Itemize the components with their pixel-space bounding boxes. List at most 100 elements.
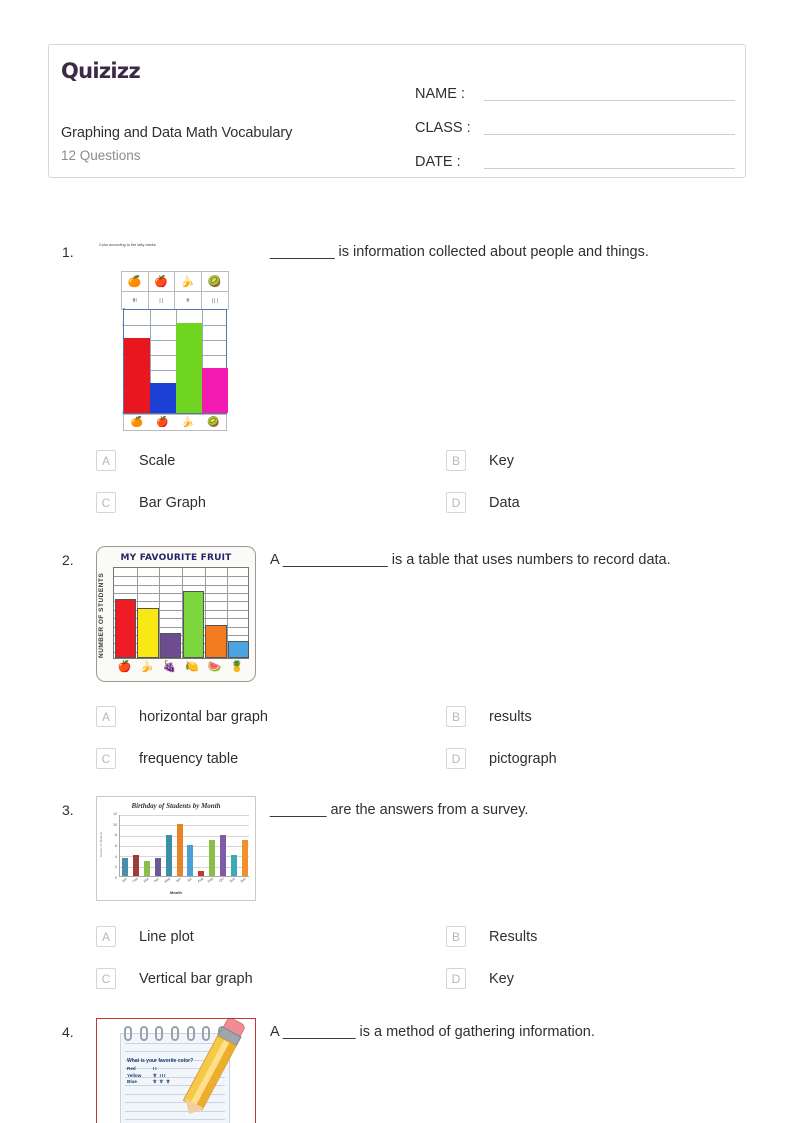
option-b[interactable]: B results — [446, 706, 532, 727]
option-b-letter: B — [446, 926, 466, 947]
worksheet-page: Quizizz Graphing and Data Math Vocabular… — [0, 0, 794, 1123]
question-4-number: 4. — [62, 1024, 74, 1040]
option-b-letter: B — [446, 706, 466, 727]
xaxis-icon: 🍉 — [207, 661, 222, 673]
rule-line — [125, 1110, 225, 1112]
date-field-row: DATE : — [415, 135, 735, 169]
spiral-ring-icon — [123, 1026, 132, 1041]
gridline — [120, 825, 249, 827]
favourite-fruit-chart-title: MY FAVOURITE FRUIT — [120, 553, 232, 563]
gridline — [120, 846, 249, 847]
question-2-options: A horizontal bar graph B results C frequ… — [48, 706, 748, 790]
xaxis-icon: 🍋 — [185, 661, 199, 673]
question-3-options: A Line plot B Results C Vertical bar gra… — [48, 926, 748, 1010]
tally-icon-3: 🥝 — [201, 272, 228, 292]
tally-worksheet-chart: Color according to the tally marks. 🍊 🍎 … — [96, 243, 256, 433]
spiral-ring-icon — [139, 1026, 148, 1041]
bar — [176, 824, 183, 876]
question-1-image: Color according to the tally marks. 🍊 🍎 … — [96, 238, 256, 433]
option-a[interactable]: A horizontal bar graph — [96, 706, 268, 727]
question-4: 4. A _________ is a method of gathering … — [48, 1018, 748, 1123]
date-field-input[interactable] — [484, 152, 735, 169]
bar — [182, 591, 204, 658]
survey-row-label: Yellow — [127, 1072, 142, 1078]
survey-row-tally: II — [153, 1066, 158, 1071]
question-3: 3. _______ are the answers from a survey… — [48, 796, 748, 989]
option-c[interactable]: C frequency table — [96, 748, 238, 769]
rule-line — [125, 1042, 225, 1044]
favourite-fruit-chart: MY FAVOURITE FRUIT NUMBER OF STUDENTS 12… — [96, 546, 256, 682]
tally-table-mark-row: ⥣∣ ∣∣ ⥣ ∣∣∣ — [122, 292, 228, 309]
option-d[interactable]: D Key — [446, 968, 514, 989]
bar — [230, 855, 237, 876]
option-c-label: frequency table — [139, 750, 239, 767]
tally-table: 🍊 🍎 🍌 🥝 ⥣∣ ∣∣ ⥣ ∣∣∣ — [121, 271, 229, 310]
tally-icon-0: 🍊 — [122, 272, 149, 292]
ytick: 10 — [113, 822, 117, 827]
page-title: Graphing and Data Math Vocabulary — [61, 125, 293, 141]
xaxis-icon: 🍌 — [140, 661, 154, 673]
option-b[interactable]: B Results — [446, 926, 537, 947]
option-a-letter: A — [96, 706, 116, 727]
birthday-month-chart-yticks: 0 2 4 6 8 10 12 — [107, 812, 117, 880]
option-b-label: results — [489, 708, 532, 725]
question-2-image: MY FAVOURITE FRUIT NUMBER OF STUDENTS 12… — [96, 546, 256, 682]
option-d[interactable]: D Data — [446, 492, 520, 513]
question-2-text: A _____________ is a table that uses num… — [270, 552, 671, 568]
favourite-fruit-chart-xaxis-icons: 🍎 🍌 🍇 🍋 🍉 🍍 — [113, 660, 249, 673]
spiral-ring-icon — [155, 1026, 164, 1041]
xaxis-icon: 🍎 — [156, 417, 169, 428]
worksheet-header: Quizizz Graphing and Data Math Vocabular… — [48, 44, 746, 178]
bar — [150, 383, 176, 413]
xaxis-icon: 🍌 — [181, 417, 194, 428]
option-d-label: Data — [489, 494, 520, 511]
option-d-letter: D — [446, 748, 466, 769]
question-3-image: Birthday of Students by Month Number of … — [96, 796, 256, 901]
bar — [154, 857, 161, 876]
birthday-month-chart-ylabel: Number of Students — [99, 832, 103, 858]
tally-worksheet-caption: Color according to the tally marks. — [99, 243, 157, 247]
bar — [114, 599, 136, 658]
rule-line — [125, 1102, 225, 1103]
bar — [122, 857, 129, 876]
gridline — [120, 815, 249, 816]
option-c-label: Bar Graph — [139, 494, 206, 511]
class-field-input[interactable] — [484, 118, 735, 135]
tally-icon-1: 🍎 — [148, 272, 175, 292]
class-field-label: CLASS : — [415, 119, 471, 136]
bar — [124, 338, 150, 413]
xaxis-icon: 🍊 — [130, 417, 143, 428]
bar — [176, 323, 202, 413]
question-1-text: ________ is information collected about … — [270, 244, 649, 260]
birthday-month-chart-xticks: Jan Feb Mar Apr May Jun Jul Aug Sep Oct Nov Dec — [119, 876, 249, 883]
bar — [219, 834, 226, 876]
gridline — [120, 856, 249, 858]
spiral-ring-icon — [202, 1026, 211, 1041]
option-c-letter: C — [96, 748, 116, 769]
survey-row-tally: ⥣ ⥣ ⥣ — [153, 1079, 171, 1084]
tally-mark-3: ∣∣∣ — [210, 297, 219, 304]
class-field-row: CLASS : — [415, 101, 735, 135]
bar — [241, 839, 248, 876]
option-a[interactable]: A Line plot — [96, 926, 194, 947]
tally-chart-xaxis-icons: 🍊 🍎 🍌 🥝 — [123, 414, 227, 431]
xaxis-icon: 🍍 — [230, 661, 245, 673]
tally-chart-plot — [123, 309, 228, 414]
option-a[interactable]: A Scale — [96, 450, 175, 471]
name-field-label: NAME : — [415, 85, 465, 102]
notepad-spiral-rings — [120, 1026, 230, 1042]
question-1: 1. ________ is information collected abo… — [48, 238, 748, 513]
option-d[interactable]: D pictograph — [446, 748, 557, 769]
option-b-label: Key — [489, 452, 514, 469]
option-c[interactable]: C Vertical bar graph — [96, 968, 253, 989]
student-fields: NAME : CLASS : DATE : — [415, 67, 735, 169]
gridline — [120, 866, 249, 868]
name-field-input[interactable] — [484, 84, 735, 101]
option-a-label: Line plot — [139, 928, 194, 945]
option-b[interactable]: B Key — [446, 450, 514, 471]
option-c[interactable]: C Bar Graph — [96, 492, 206, 513]
bar — [144, 860, 151, 876]
option-b-label: Results — [489, 928, 538, 945]
option-a-letter: A — [96, 926, 116, 947]
birthday-month-chart-plot — [119, 815, 249, 877]
